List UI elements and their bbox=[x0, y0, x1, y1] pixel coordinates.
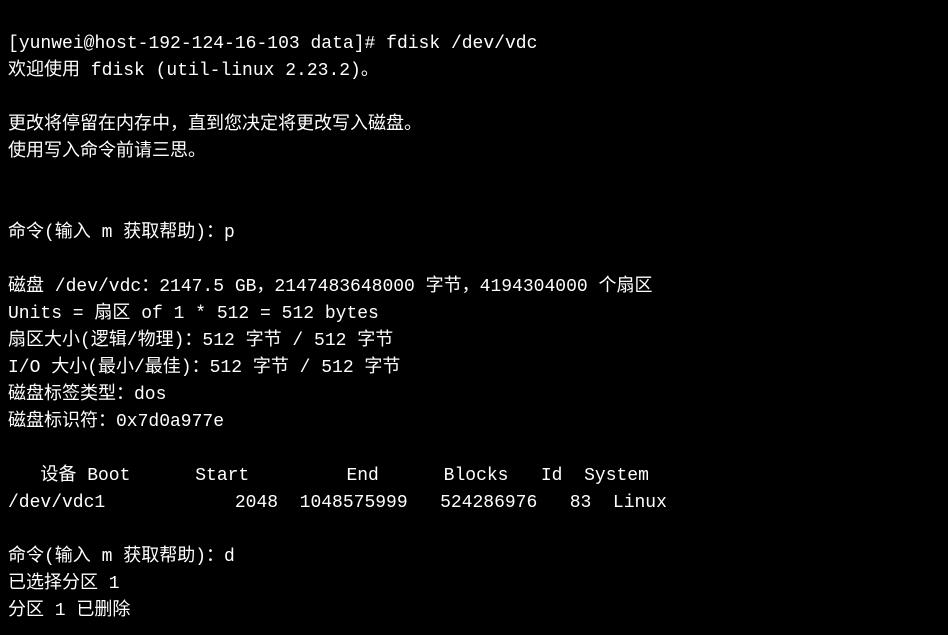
prompt-symbol: # bbox=[365, 34, 376, 54]
blank-line bbox=[8, 439, 19, 459]
warning-line-2: 使用写入命令前请三思。 bbox=[8, 142, 206, 162]
selected-partition: 已选择分区 1 bbox=[8, 574, 120, 594]
blank-line bbox=[8, 250, 19, 270]
welcome-line: 欢迎使用 fdisk (util-linux 2.23.2)。 bbox=[8, 61, 379, 81]
prompt-host: host-192-124-16-103 bbox=[94, 34, 299, 54]
shell-prompt-line: [yunwei@host-192-124-16-103 data]# fdisk… bbox=[8, 34, 537, 54]
disk-label-type: 磁盘标签类型：dos bbox=[8, 385, 166, 405]
prompt-user: yunwei bbox=[19, 34, 84, 54]
disk-header: 磁盘 /dev/vdc：2147.5 GB，2147483648000 字节，4… bbox=[8, 277, 652, 297]
terminal-output: [yunwei@host-192-124-16-103 data]# fdisk… bbox=[0, 0, 948, 629]
blank-line bbox=[8, 88, 19, 108]
prompt-path: data bbox=[310, 34, 353, 54]
partition-table-header: 设备 Boot Start End Blocks Id System bbox=[8, 466, 649, 486]
fdisk-prompt-2: 命令(输入 m 获取帮助)：d bbox=[8, 547, 235, 567]
fdisk-prompt-text: 命令(输入 m 获取帮助)： bbox=[8, 547, 224, 567]
disk-identifier: 磁盘标识符：0x7d0a977e bbox=[8, 412, 224, 432]
command-input[interactable]: fdisk /dev/vdc bbox=[386, 34, 537, 54]
deleted-partition: 分区 1 已删除 bbox=[8, 601, 130, 621]
disk-sector-size: 扇区大小(逻辑/物理)：512 字节 / 512 字节 bbox=[8, 331, 393, 351]
disk-io-size: I/O 大小(最小/最佳)：512 字节 / 512 字节 bbox=[8, 358, 400, 378]
fdisk-prompt-1: 命令(输入 m 获取帮助)：p bbox=[8, 223, 235, 243]
fdisk-prompt-text: 命令(输入 m 获取帮助)： bbox=[8, 223, 224, 243]
fdisk-input-d[interactable]: d bbox=[224, 547, 235, 567]
blank-line bbox=[8, 196, 19, 216]
blank-line bbox=[8, 169, 19, 189]
warning-line-1: 更改将停留在内存中，直到您决定将更改写入磁盘。 bbox=[8, 115, 422, 135]
fdisk-input-p[interactable]: p bbox=[224, 223, 235, 243]
partition-table-row: /dev/vdc1 2048 1048575999 524286976 83 L… bbox=[8, 493, 667, 513]
blank-line bbox=[8, 520, 19, 540]
disk-units: Units = 扇区 of 1 * 512 = 512 bytes bbox=[8, 304, 379, 324]
